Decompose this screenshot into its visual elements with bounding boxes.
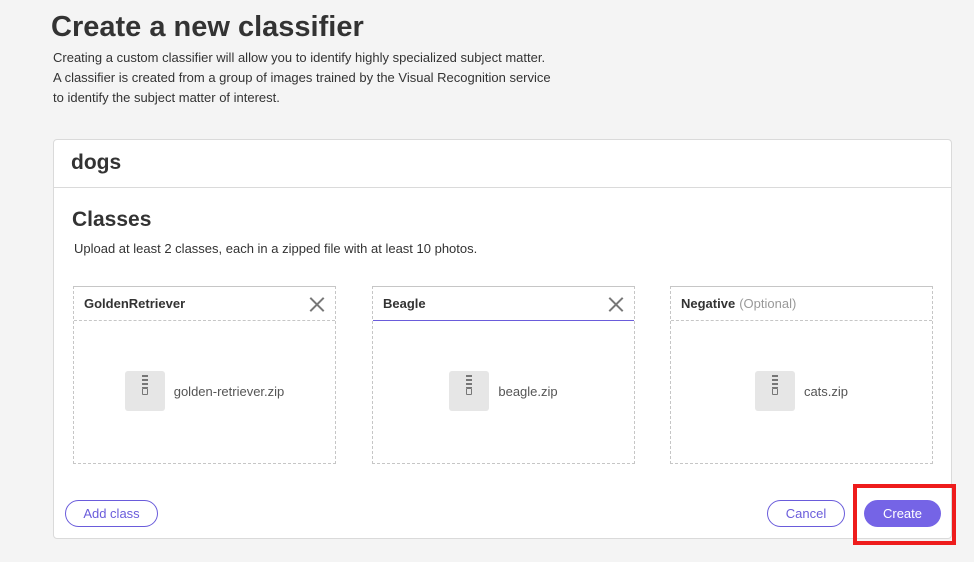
class-name-input[interactable]: Beagle xyxy=(383,296,426,311)
class-header: Beagle xyxy=(373,287,634,321)
close-icon[interactable] xyxy=(608,296,624,312)
optional-label: (Optional) xyxy=(739,296,797,311)
classifier-name[interactable]: dogs xyxy=(71,151,121,174)
file-drop-zone[interactable]: golden-retriever.zip xyxy=(74,371,335,411)
cancel-button[interactable]: Cancel xyxy=(767,500,845,527)
highlight-box xyxy=(853,484,956,545)
file-name: beagle.zip xyxy=(498,383,558,399)
class-name-label: Negative (Optional) xyxy=(681,296,796,311)
file-drop-zone[interactable]: cats.zip xyxy=(671,371,932,411)
zip-file-icon xyxy=(124,371,165,411)
file-drop-zone[interactable]: beagle.zip xyxy=(373,371,634,411)
classes-title: Classes xyxy=(72,208,152,231)
class-card-golden-retriever[interactable]: GoldenRetriever golden-retriever.zip xyxy=(73,286,336,464)
zip-file-icon xyxy=(754,371,795,411)
class-header: GoldenRetriever xyxy=(74,287,335,321)
page-title: Create a new classifier xyxy=(51,11,364,43)
classifier-card: dogs Classes Upload at least 2 classes, … xyxy=(53,139,952,539)
class-card-negative[interactable]: Negative (Optional) cats.zip xyxy=(670,286,933,464)
add-class-button[interactable]: Add class xyxy=(65,500,158,527)
page-description: Creating a custom classifier will allow … xyxy=(53,50,551,105)
class-name-text: Negative xyxy=(681,296,736,311)
file-name: cats.zip xyxy=(803,383,849,399)
classes-description: Upload at least 2 classes, each in a zip… xyxy=(74,241,478,256)
close-icon[interactable] xyxy=(309,296,325,312)
classifier-name-header: dogs xyxy=(54,140,951,188)
class-name-input[interactable]: GoldenRetriever xyxy=(84,296,185,311)
zip-file-icon xyxy=(449,371,490,411)
class-header: Negative (Optional) xyxy=(671,287,932,321)
file-name: golden-retriever.zip xyxy=(173,383,285,399)
class-card-beagle[interactable]: Beagle beagle.zip xyxy=(372,286,635,464)
